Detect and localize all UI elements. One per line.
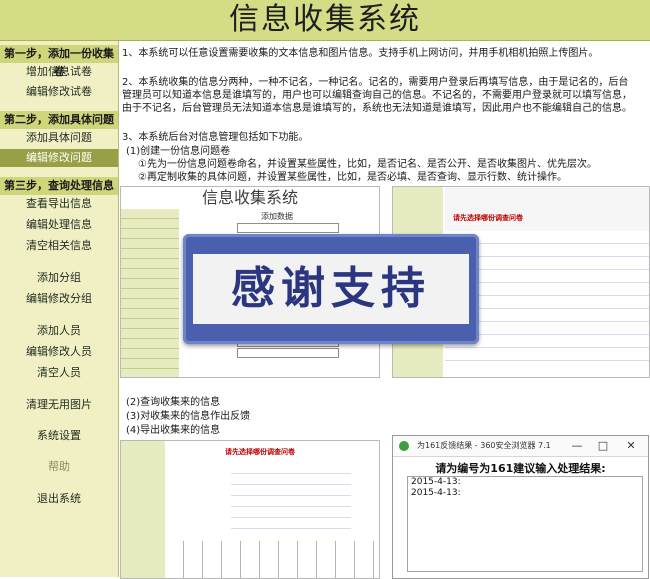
sidebar-item-help[interactable]: 帮助: [0, 458, 118, 476]
feedback-line: 2015-4-13:: [411, 477, 461, 487]
close-button[interactable]: ✕: [621, 436, 641, 456]
feedback-window-title: 为161反馈结果 - 360安全浏览器 7.1: [417, 441, 551, 450]
screenshot-header: 请先选择哪份调查问卷: [225, 448, 295, 456]
sidebar-item-logout[interactable]: 退出系统: [0, 490, 118, 508]
intro-p3-4: (4)导出收集来的信息: [126, 425, 221, 436]
screenshot-query-results: 请先选择哪份调查问卷: [120, 440, 380, 579]
feedback-textarea[interactable]: 2015-4-13: 2015-4-13:: [407, 476, 643, 572]
screenshot-title: 信息收集系统: [201, 188, 298, 207]
intro-p2-line1: 2、本系统收集的信息分两种，一种不记名，一种记名。记名的，需要用户登录后再填写信…: [122, 77, 629, 88]
feedback-heading: 请为编号为161建议输入处理结果:: [435, 462, 606, 475]
intro-p1: 1、本系统可以任意设置需要收集的文本信息和图片信息。支持手机上网访问，并用手机相…: [122, 48, 599, 59]
screenshot-sidebar: [121, 209, 179, 377]
sidebar-item-edit-paper[interactable]: 编辑修改试卷: [0, 83, 118, 101]
intro-p3: 3、本系统后台对信息管理包括如下功能。: [122, 132, 309, 143]
sidebar-item-clear-info[interactable]: 清空相关信息: [0, 237, 118, 255]
intro-p3-1: (1)创建一份信息问题卷: [126, 146, 231, 157]
feedback-window: 为161反馈结果 - 360安全浏览器 7.1 — □ ✕ 请为编号为161建议…: [392, 435, 649, 579]
intro-p2-line2: 管理员可以知道本信息是谁填写的，用户也可以编辑查询自己的信息。不记名的，不需要用…: [122, 90, 632, 101]
app-title: 信息收集系统: [229, 2, 421, 37]
sidebar-item-settings[interactable]: 系统设置: [0, 427, 118, 445]
feedback-line: 2015-4-13:: [411, 488, 461, 498]
screenshot-header: 请先选择哪份调查问卷: [453, 214, 523, 222]
intro-p3-3: (3)对收集来的信息作出反馈: [126, 411, 251, 422]
thanks-banner-text: 感谢支持: [231, 263, 431, 314]
screenshot-sidebar: [121, 441, 165, 578]
sidebar-item-add-paper[interactable]: 增加信息试卷: [0, 63, 118, 81]
intro-p3-1a: ①先为一份信息问题卷命名，并设置某些属性，比如，是否记名、是否公开、是否收集图片…: [138, 159, 597, 170]
screenshot-table: [165, 541, 379, 578]
sidebar-item-view-export[interactable]: 查看导出信息: [0, 195, 118, 213]
screenshot-form-title: 添加数据: [261, 212, 293, 221]
sidebar-item-clear-person[interactable]: 清空人员: [0, 364, 118, 382]
sidebar-section-step3: 第三步，查询处理信息: [0, 177, 118, 195]
sidebar-item-add-question[interactable]: 添加具体问题: [0, 129, 118, 147]
sidebar-item-add-person[interactable]: 添加人员: [0, 322, 118, 340]
feedback-window-titlebar[interactable]: 为161反馈结果 - 360安全浏览器 7.1 — □ ✕: [393, 436, 648, 457]
sidebar-section-step2: 第二步，添加具体问题: [0, 111, 118, 129]
sidebar-item-edit-person[interactable]: 编辑修改人员: [0, 343, 118, 361]
title-bar: 信息收集系统: [0, 0, 650, 41]
thanks-banner: 感谢支持: [183, 234, 479, 344]
sidebar: 第一步，添加一份收集卷 增加信息试卷 编辑修改试卷 第二步，添加具体问题 添加具…: [0, 41, 119, 577]
screenshot-form-field: [237, 223, 339, 233]
sidebar-item-add-group[interactable]: 添加分组: [0, 269, 118, 287]
intro-p3-2: (2)查询收集来的信息: [126, 397, 221, 408]
sidebar-item-process-info[interactable]: 编辑处理信息: [0, 216, 118, 234]
screenshot-form-field: [237, 348, 339, 358]
intro-p2-line3: 由于不记名，后台管理员无法知道本信息是谁填写的，系统也无法知道是谁填写，因此用户…: [122, 103, 632, 114]
browser-icon: [399, 441, 409, 451]
sidebar-section-step1: 第一步，添加一份收集卷: [0, 45, 118, 78]
screenshot-form: [231, 463, 351, 533]
sidebar-item-clean-images[interactable]: 清理无用图片: [0, 396, 118, 414]
maximize-button[interactable]: □: [593, 436, 613, 456]
sidebar-item-edit-question[interactable]: 编辑修改问题: [0, 149, 118, 167]
sidebar-item-edit-group[interactable]: 编辑修改分组: [0, 290, 118, 308]
minimize-button[interactable]: —: [567, 436, 587, 456]
intro-p3-1b: ②再定制收集的具体问题，并设置某些属性，比如，是否必填、是否查询、显示行数、统计…: [138, 172, 567, 183]
thanks-banner-panel: 感谢支持: [193, 254, 469, 324]
